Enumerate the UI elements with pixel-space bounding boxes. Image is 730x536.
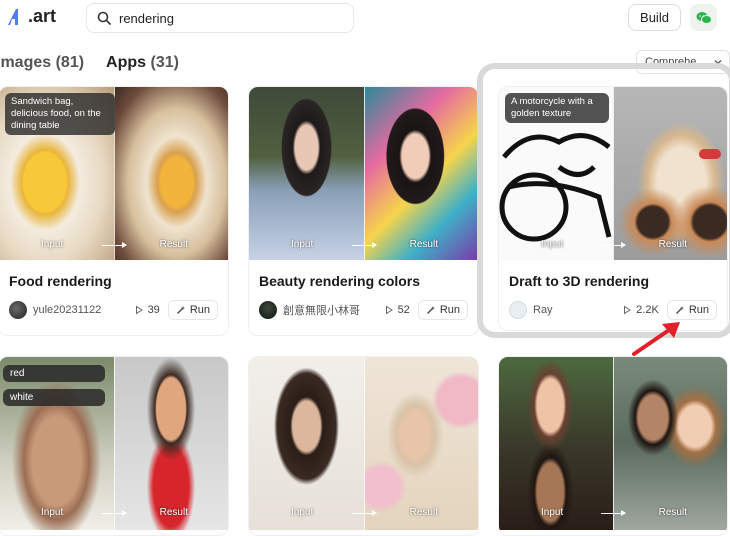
play-icon [385,305,393,315]
arrow-right-icon [351,242,377,248]
input-label: Input [541,239,564,250]
result-image [613,87,727,260]
wechat-icon [696,11,712,24]
play-icon [135,305,143,315]
author-name[interactable]: Ray [533,304,622,316]
card-meta: 創意無限小林哥 52 Run [259,299,468,321]
card-title: Beauty rendering colors [259,273,421,289]
result-image [613,357,727,530]
run-count: 52 [384,304,410,316]
app-card[interactable]: Input Result [248,356,479,536]
arrow-right-icon [101,510,127,516]
result-label: Result [159,507,188,518]
result-label: Result [658,507,687,518]
card-preview: Input Result [249,87,478,260]
run-count: 2.2K [622,304,659,316]
author-name[interactable]: 創意無限小林哥 [283,302,384,318]
app-card[interactable]: red white Input Result [0,356,229,536]
run-count: 39 [134,304,160,316]
card-title: Draft to 3D rendering [509,273,650,289]
input-label: Input [291,239,314,250]
arrow-right-icon [351,510,377,516]
input-label: Input [291,507,314,518]
logo[interactable]: .art [6,6,56,27]
card-preview: Sandwich bag, delicious food, on the din… [0,87,228,260]
app-card[interactable]: Input Result [498,356,728,536]
word-tag: white [3,389,105,406]
card-preview: red white Input Result [0,357,228,530]
build-button[interactable]: Build [628,4,681,31]
input-image [0,357,114,530]
avatar[interactable] [9,301,27,319]
card-preview: A motorcycle with a golden texture Input… [499,87,727,260]
arrow-right-icon [601,242,626,248]
magic-wand-icon [176,306,185,314]
tab-apps[interactable]: Apps (31) [106,54,179,72]
run-button[interactable]: Run [167,300,218,320]
app-card-beauty-rendering[interactable]: Input Result Beauty rendering colors 創意無… [248,86,479,336]
input-label: Input [41,239,64,250]
logo-text: .art [28,6,57,26]
input-label: Input [541,507,564,518]
card-preview: Input Result [499,357,727,530]
play-icon [624,305,632,315]
arrow-right-icon [101,242,127,248]
magic-wand-icon [675,306,684,314]
tab-images[interactable]: Images (81) [0,54,84,72]
avatar[interactable] [259,301,277,319]
result-image [113,87,228,260]
prompt-tag: A motorcycle with a golden texture [505,93,609,123]
search-box[interactable] [86,3,354,33]
author-name[interactable]: yule20231122 [33,304,134,316]
input-image [499,357,613,530]
input-image [249,87,364,260]
input-image [249,357,364,530]
result-label: Result [409,507,438,518]
card-meta: Ray 2.2K Run [509,299,717,321]
result-label: Result [658,239,687,250]
search-icon [97,11,111,25]
search-input[interactable] [119,10,319,26]
magic-wand-icon [426,306,435,314]
result-image [363,87,478,260]
run-button[interactable]: Run [417,300,468,320]
app-card-draft-to-3d-rendering[interactable]: A motorcycle with a golden texture Input… [498,86,728,331]
input-label: Input [41,507,64,518]
prompt-tag: Sandwich bag, delicious food, on the din… [5,93,115,135]
result-label: Result [159,239,188,250]
result-label: Result [409,239,438,250]
result-image [363,357,478,530]
result-image [113,357,228,530]
app-card-food-rendering[interactable]: Sandwich bag, delicious food, on the din… [0,86,229,336]
annotation-arrow-icon [632,322,680,356]
word-tag: red [3,365,105,382]
avatar[interactable] [509,301,527,319]
arrow-right-icon [601,510,626,516]
logo-mark-icon [6,7,26,27]
card-title: Food rendering [9,273,112,289]
card-preview: Input Result [249,357,478,530]
tab-bar: Images (81) Apps (31) [0,54,179,72]
run-button[interactable]: Run [666,300,717,320]
wechat-button[interactable] [690,4,717,31]
page: .art Build Images (81) Apps (31) Compreh… [0,0,730,536]
card-meta: yule20231122 39 Run [9,299,218,321]
